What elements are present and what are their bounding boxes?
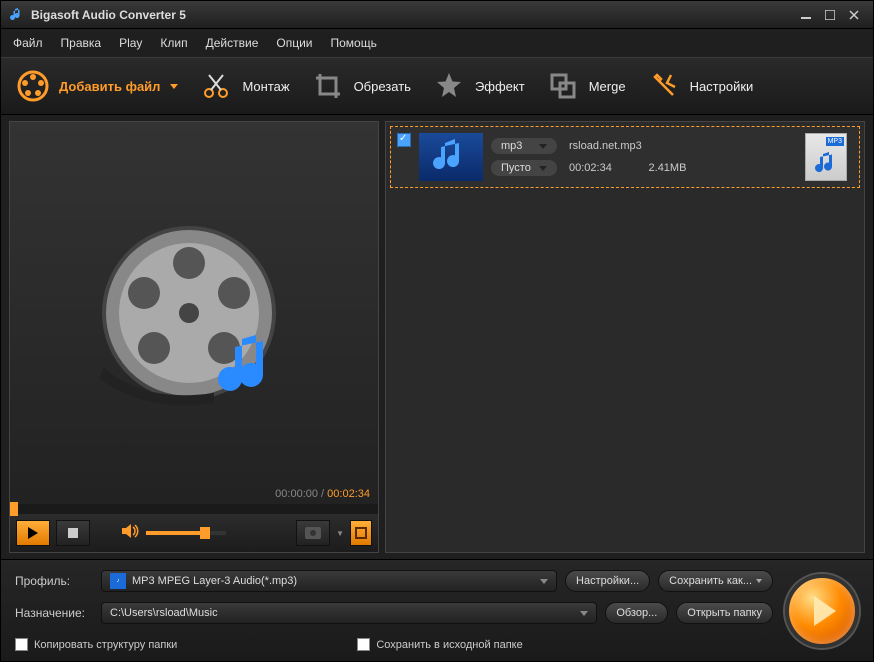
close-button[interactable] — [843, 7, 865, 23]
merge-icon — [545, 68, 581, 104]
settings-button[interactable]: Настройки — [646, 68, 754, 104]
chevron-down-icon — [756, 579, 762, 583]
volume-slider[interactable] — [146, 531, 226, 535]
browse-button[interactable]: Обзор... — [605, 602, 668, 624]
chevron-down-icon — [580, 611, 588, 616]
save-as-button[interactable]: Сохранить как... — [658, 570, 773, 592]
subtitle-pill[interactable]: Пусто — [491, 160, 557, 176]
effect-button[interactable]: Эффект — [431, 68, 525, 104]
add-file-label: Добавить файл — [59, 79, 160, 94]
file-row[interactable]: mp3 Пусто rsload.net.mp3 00:02:34 2.41MB — [390, 126, 860, 188]
menu-help[interactable]: Помощь — [331, 36, 377, 50]
menu-play[interactable]: Play — [119, 36, 142, 50]
scissors-icon — [198, 68, 234, 104]
save-source-checkbox[interactable]: Сохранить в исходной папке — [357, 638, 522, 651]
minimize-button[interactable] — [795, 7, 817, 23]
maximize-button[interactable] — [819, 7, 841, 23]
file-thumbnail — [419, 133, 483, 181]
profile-settings-button[interactable]: Настройки... — [565, 570, 650, 592]
copy-structure-checkbox[interactable]: Копировать структуру папки — [15, 638, 177, 651]
file-list[interactable]: mp3 Пусто rsload.net.mp3 00:02:34 2.41MB — [385, 121, 865, 553]
destination-combo[interactable]: C:\Users\rsload\Music — [101, 602, 597, 624]
profile-value: MP3 MPEG Layer-3 Audio(*.mp3) — [132, 575, 297, 587]
preview-canvas[interactable]: 00:00:00 / 00:02:34 — [10, 122, 378, 504]
titlebar[interactable]: Bigasoft Audio Converter 5 — [1, 1, 873, 29]
menu-options[interactable]: Опции — [276, 36, 312, 50]
format-pill[interactable]: mp3 — [491, 138, 557, 154]
reel-artwork-icon — [84, 213, 304, 413]
play-icon — [814, 596, 836, 626]
menu-clip[interactable]: Клип — [160, 36, 187, 50]
tools-icon — [646, 68, 682, 104]
crop-label: Обрезать — [354, 79, 411, 94]
app-title: Bigasoft Audio Converter 5 — [31, 8, 186, 22]
settings-label: Настройки — [690, 79, 754, 94]
file-size: 2.41MB — [649, 162, 687, 174]
bottom-panel: Профиль: ♪ MP3 MPEG Layer-3 Audio(*.mp3)… — [1, 559, 873, 661]
toolbar: Добавить файл Монтаж Обрезать Эффект — [1, 57, 873, 115]
main-area: 00:00:00 / 00:02:34 — [1, 115, 873, 559]
menubar: Файл Правка Play Клип Действие Опции Пом… — [1, 29, 873, 57]
file-duration: 00:02:34 — [569, 162, 612, 174]
destination-label: Назначение: — [15, 606, 93, 620]
crop-button[interactable]: Обрезать — [310, 68, 411, 104]
preview-panel: 00:00:00 / 00:02:34 — [9, 121, 379, 553]
stop-button[interactable] — [56, 520, 90, 546]
seek-slider[interactable] — [10, 504, 378, 514]
merge-button[interactable]: Merge — [545, 68, 626, 104]
chevron-down-icon — [539, 166, 547, 171]
menu-edit[interactable]: Правка — [61, 36, 102, 50]
effect-label: Эффект — [475, 79, 525, 94]
time-current: 00:00:00 — [275, 488, 318, 500]
chevron-down-icon — [170, 84, 178, 89]
volume-knob[interactable] — [200, 527, 210, 539]
profile-combo[interactable]: ♪ MP3 MPEG Layer-3 Audio(*.mp3) — [101, 570, 557, 592]
fullscreen-button[interactable] — [350, 520, 372, 546]
chevron-down-icon — [540, 579, 548, 584]
chevron-down-icon — [539, 144, 547, 149]
star-icon — [431, 68, 467, 104]
cut-label: Монтаж — [242, 79, 289, 94]
mp3-badge-icon: ♪ — [110, 573, 126, 589]
music-note-icon — [431, 139, 471, 175]
film-reel-icon — [15, 68, 51, 104]
snapshot-button[interactable] — [296, 520, 330, 546]
menu-file[interactable]: Файл — [13, 36, 43, 50]
cut-button[interactable]: Монтаж — [198, 68, 289, 104]
app-icon — [9, 7, 25, 23]
crop-icon — [310, 68, 346, 104]
profile-label: Профиль: — [15, 574, 93, 588]
file-checkbox[interactable] — [397, 133, 411, 147]
volume-icon[interactable] — [122, 523, 140, 544]
checkbox-icon — [15, 638, 28, 651]
file-name: rsload.net.mp3 — [569, 140, 686, 152]
destination-value: C:\Users\rsload\Music — [110, 607, 218, 619]
output-format-icon — [805, 133, 847, 181]
open-folder-button[interactable]: Открыть папку — [676, 602, 773, 624]
app-window: Bigasoft Audio Converter 5 Файл Правка P… — [0, 0, 874, 662]
time-total: 00:02:34 — [327, 488, 370, 500]
timecode: 00:00:00 / 00:02:34 — [275, 488, 370, 500]
play-button[interactable] — [16, 520, 50, 546]
playback-controls: ▼ — [10, 514, 378, 552]
add-file-button[interactable]: Добавить файл — [15, 68, 178, 104]
merge-label: Merge — [589, 79, 626, 94]
convert-button[interactable] — [785, 574, 859, 648]
seek-knob[interactable] — [10, 502, 18, 516]
menu-action[interactable]: Действие — [206, 36, 259, 50]
snapshot-chevron-icon[interactable]: ▼ — [336, 529, 344, 538]
checkbox-icon — [357, 638, 370, 651]
